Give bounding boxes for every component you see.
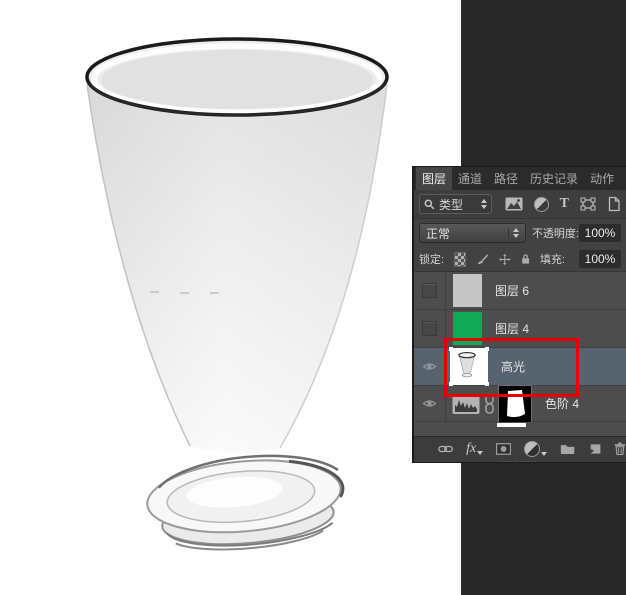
layer-row-partial: [414, 422, 626, 436]
delete-layer-icon[interactable]: [614, 441, 626, 456]
tab-channels[interactable]: 通道: [452, 167, 488, 190]
highlight-layer-annotation-box: [444, 338, 579, 397]
layer-name: 图层 6: [495, 282, 529, 299]
caret-down-icon: [541, 452, 547, 456]
lock-row: 锁定: 填充: 100%: [414, 247, 626, 272]
fx-label: fx: [466, 442, 476, 456]
panel-resize-strip[interactable]: [414, 460, 626, 462]
fill-field[interactable]: 100%: [579, 250, 621, 268]
lock-paint-icon[interactable]: [476, 252, 489, 267]
resize-grip-icon: [502, 461, 538, 462]
caret-down-icon: [477, 451, 483, 455]
filter-kind-label: 类型: [439, 196, 463, 213]
search-icon: [424, 199, 435, 210]
adjustment-circle-icon: [524, 441, 540, 457]
eye-hidden-box: [422, 283, 437, 298]
tab-paths[interactable]: 路径: [488, 167, 524, 190]
visibility-toggle[interactable]: [414, 348, 446, 385]
blend-mode-row: 正常 不透明度: 100%: [414, 219, 626, 247]
canvas-cup-image: [30, 10, 450, 580]
filter-kind-dropdown[interactable]: 类型: [419, 194, 492, 214]
partial-thumbnail-sliver: [497, 423, 526, 427]
layers-panel: 图层 通道 路径 历史记录 动作 类型 T: [413, 167, 626, 462]
shape-filter-icon[interactable]: [580, 197, 596, 211]
new-group-icon[interactable]: [560, 442, 575, 455]
new-layer-icon[interactable]: [589, 442, 602, 456]
chevron-up-down-icon: [508, 228, 519, 238]
lock-label: 锁定:: [419, 251, 444, 267]
layer-name: 图层 4: [495, 320, 529, 337]
panel-tab-bar: 图层 通道 路径 历史记录 动作: [414, 167, 626, 190]
add-mask-icon[interactable]: [496, 442, 511, 456]
layer-name: 色阶 4: [545, 395, 579, 412]
type-filter-icon[interactable]: T: [560, 197, 569, 211]
visibility-toggle[interactable]: [414, 310, 446, 347]
link-layers-icon[interactable]: [438, 444, 453, 454]
visibility-toggle[interactable]: [414, 386, 446, 421]
chevron-up-down-icon: [481, 199, 487, 209]
lock-all-icon[interactable]: [521, 252, 530, 266]
layer-style-icon[interactable]: fx: [466, 442, 483, 456]
fill-label: 填充:: [540, 251, 565, 267]
layer-thumbnail[interactable]: [453, 274, 482, 307]
layer-filter-row: 类型 T: [414, 190, 626, 219]
lock-transparency-icon[interactable]: [454, 252, 466, 267]
new-adjustment-icon[interactable]: [524, 441, 547, 457]
tab-history[interactable]: 历史记录: [524, 167, 584, 190]
panel-bottom-bar: fx: [414, 436, 626, 460]
adjustment-filter-icon[interactable]: [534, 197, 549, 212]
tab-actions[interactable]: 动作: [584, 167, 620, 190]
opacity-field[interactable]: 100%: [579, 224, 621, 242]
smart-object-filter-icon[interactable]: [607, 196, 621, 212]
blend-mode-dropdown[interactable]: 正常: [419, 223, 526, 243]
eye-icon: [422, 361, 437, 372]
eye-icon: [422, 398, 437, 409]
blend-mode-value: 正常: [426, 225, 450, 242]
eye-hidden-box: [422, 321, 437, 336]
visibility-toggle[interactable]: [414, 272, 446, 309]
pixel-layer-filter-icon[interactable]: [505, 197, 523, 211]
tab-layers[interactable]: 图层: [416, 167, 452, 190]
layer-row-layer6[interactable]: 图层 6: [414, 272, 626, 310]
glass-lid: [144, 449, 348, 557]
lock-position-icon[interactable]: [499, 252, 511, 267]
opacity-label: 不透明度:: [532, 225, 579, 241]
